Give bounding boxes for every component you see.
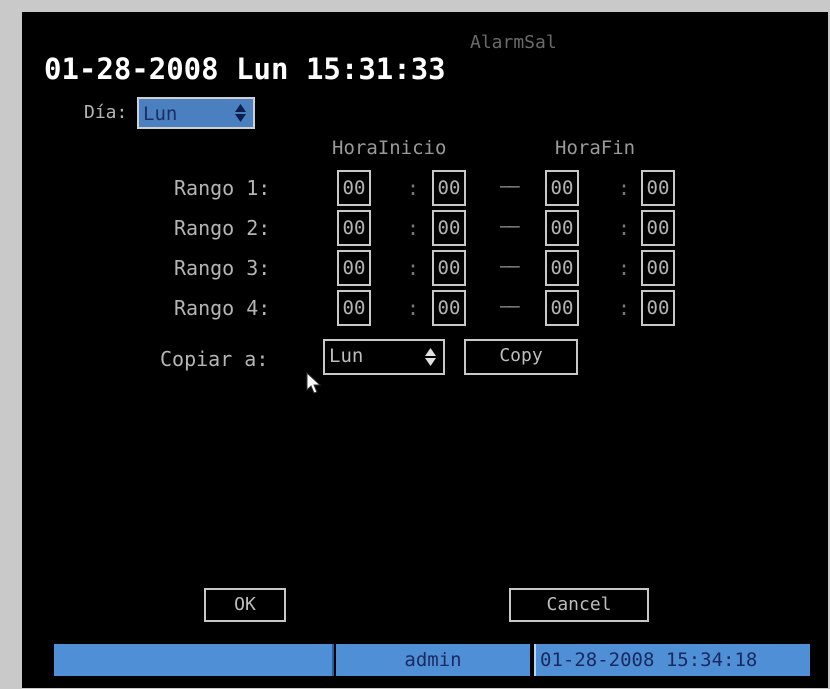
time-colon: :: [407, 216, 420, 240]
osd-day: Lun: [236, 52, 289, 86]
start-minute-field[interactable]: 00: [432, 170, 466, 206]
end-minute-field[interactable]: 00: [641, 290, 675, 326]
range-label: Rango 1:: [174, 176, 271, 200]
end-hour-field[interactable]: 00: [545, 170, 579, 206]
range-dash: ——: [500, 176, 520, 197]
mouse-cursor-icon: [306, 372, 322, 394]
time-colon: :: [407, 296, 420, 320]
day-select[interactable]: Lun: [137, 97, 255, 129]
end-minute-field[interactable]: 00: [641, 250, 675, 286]
time-colon: :: [618, 216, 631, 240]
updown-arrow-icon: [425, 348, 436, 366]
cancel-button[interactable]: Cancel: [509, 588, 649, 622]
range-dash: ——: [500, 216, 520, 237]
end-hour-field[interactable]: 00: [545, 250, 579, 286]
osd-datetime: 01-28-2008 Lun 15:31:33: [44, 52, 446, 86]
copy-button[interactable]: Copy: [464, 339, 578, 375]
header-end: HoraFin: [555, 137, 636, 159]
start-minute-field[interactable]: 00: [432, 250, 466, 286]
copy-label: Copiar a:: [160, 347, 269, 371]
time-colon: :: [618, 176, 631, 200]
status-datetime: 01-28-2008 15:34:18: [534, 644, 810, 676]
day-label: Día:: [84, 102, 128, 123]
day-select-value: Lun: [143, 103, 178, 125]
header-start: HoraInicio: [332, 137, 447, 159]
time-colon: :: [618, 296, 631, 320]
ok-button[interactable]: OK: [204, 588, 286, 622]
copy-select-value: Lun: [329, 345, 364, 367]
time-colon: :: [407, 176, 420, 200]
end-hour-field[interactable]: 00: [545, 210, 579, 246]
osd-date: 01-28-2008: [44, 52, 219, 86]
start-hour-field[interactable]: 00: [337, 290, 371, 326]
range-label: Rango 4:: [174, 296, 271, 320]
start-minute-field[interactable]: 00: [432, 290, 466, 326]
status-segment-empty: [54, 644, 334, 676]
osd-time: 15:31:33: [305, 52, 446, 86]
end-hour-field[interactable]: 00: [545, 290, 579, 326]
copy-select[interactable]: Lun: [323, 339, 445, 375]
range-dash: ——: [500, 296, 520, 317]
menu-title: AlarmSal: [470, 32, 557, 53]
status-user: admin: [336, 644, 530, 676]
time-colon: :: [618, 256, 631, 280]
range-label: Rango 3:: [174, 256, 271, 280]
end-minute-field[interactable]: 00: [641, 210, 675, 246]
start-hour-field[interactable]: 00: [337, 210, 371, 246]
dvr-screen: AlarmSal 01-28-2008 Lun 15:31:33 Día: Lu…: [22, 12, 828, 688]
start-hour-field[interactable]: 00: [337, 170, 371, 206]
time-colon: :: [407, 256, 420, 280]
status-bar: admin 01-28-2008 15:34:18: [54, 644, 810, 676]
updown-arrow-icon: [235, 104, 246, 122]
start-hour-field[interactable]: 00: [337, 250, 371, 286]
range-dash: ——: [500, 256, 520, 277]
range-label: Rango 2:: [174, 216, 271, 240]
start-minute-field[interactable]: 00: [432, 210, 466, 246]
end-minute-field[interactable]: 00: [641, 170, 675, 206]
